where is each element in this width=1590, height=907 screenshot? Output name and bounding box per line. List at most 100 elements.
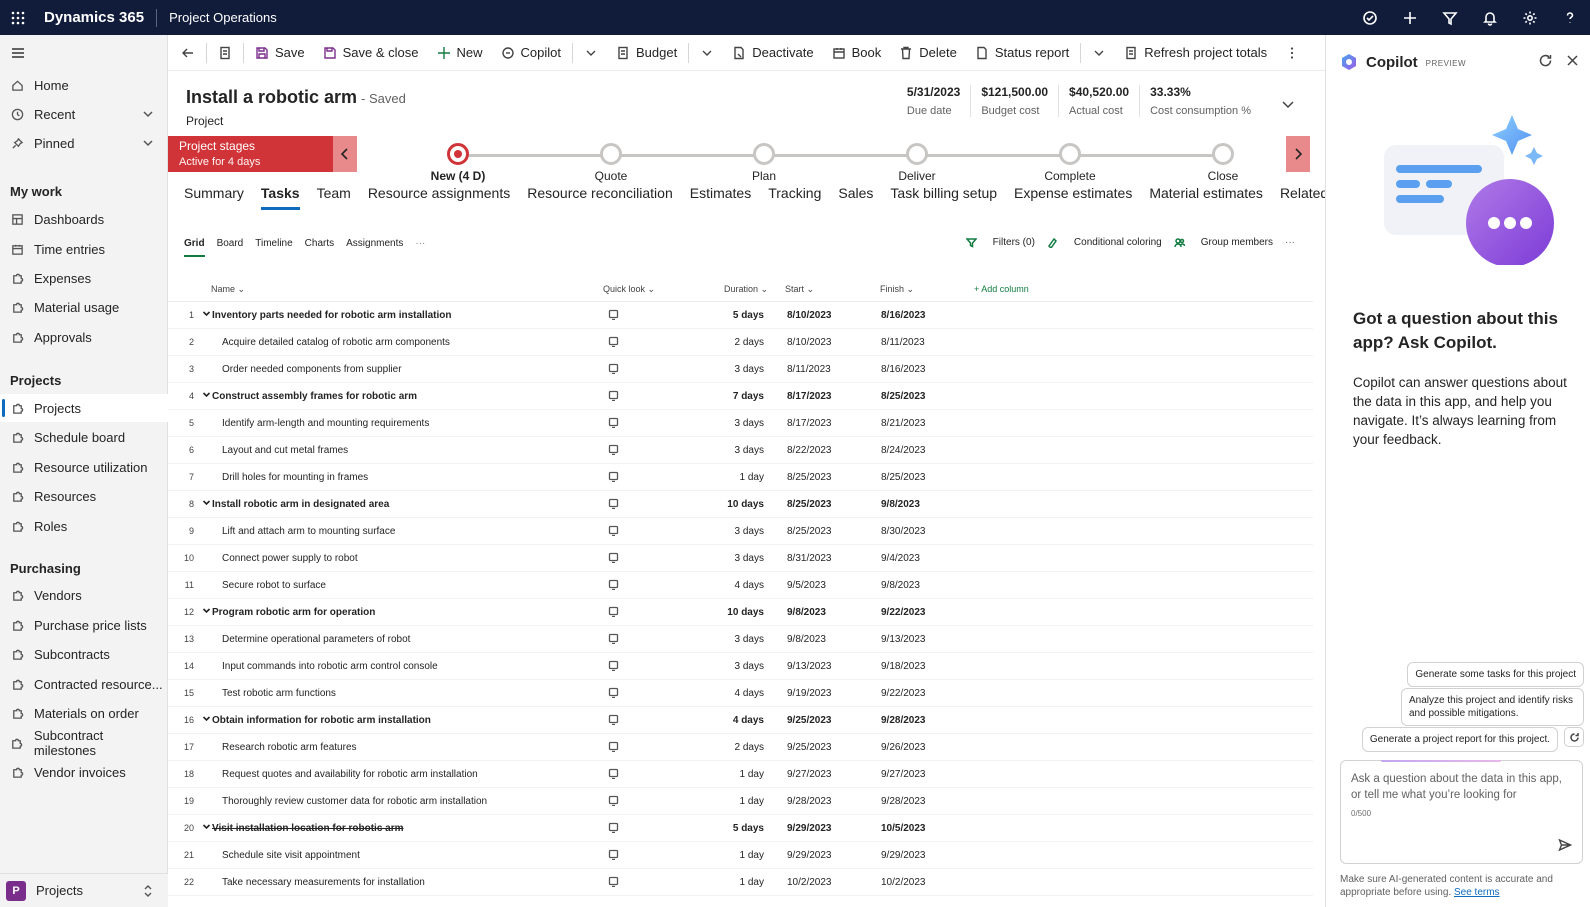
task-name[interactable]: Lift and attach arm to mounting surface <box>222 526 395 537</box>
bell-icon[interactable] <box>1470 0 1510 35</box>
task-start[interactable]: 9/28/2023 <box>787 796 832 807</box>
nav-projects[interactable]: Projects <box>0 394 168 422</box>
chevron-down-icon[interactable] <box>575 35 607 71</box>
tab-expense-estimates[interactable]: Expense estimates <box>1014 185 1132 210</box>
budget-button[interactable]: Budget <box>607 35 686 71</box>
task-finish[interactable]: 8/16/2023 <box>881 310 926 321</box>
summary-task-row[interactable]: 4 Construct assembly frames for robotic a… <box>168 383 1313 410</box>
task-row[interactable]: 17 Research robotic arm features 2 days 9/2… <box>168 734 1313 761</box>
tab-resource-assignments[interactable]: Resource assignments <box>368 185 510 210</box>
chevron-down-icon[interactable] <box>142 137 154 152</box>
tab-tasks[interactable]: Tasks <box>260 185 300 210</box>
task-finish[interactable]: 9/8/2023 <box>881 499 920 510</box>
column-header-duration[interactable]: Duration ⌄ <box>724 284 768 295</box>
tab-task-billing-setup[interactable]: Task billing setup <box>890 185 997 210</box>
task-name[interactable]: Identify arm-length and mounting require… <box>222 418 429 429</box>
back-button[interactable] <box>172 35 204 71</box>
collapse-chevron-icon[interactable] <box>202 390 211 402</box>
quick-look-icon[interactable] <box>608 525 619 539</box>
deactivate-button[interactable]: Deactivate <box>723 35 822 71</box>
quick-look-icon[interactable] <box>608 579 619 593</box>
task-name[interactable]: Construct assembly frames for robotic ar… <box>212 391 417 402</box>
chevron-down-icon[interactable] <box>142 108 154 123</box>
quick-look-icon[interactable] <box>608 444 619 458</box>
task-start[interactable]: 8/25/2023 <box>787 499 832 510</box>
quick-look-icon[interactable] <box>608 471 619 485</box>
task-row[interactable]: 19 Thoroughly review customer data for ro… <box>168 788 1313 815</box>
collapse-chevron-icon[interactable] <box>202 498 211 510</box>
chevron-down-icon[interactable] <box>1281 97 1295 114</box>
task-name[interactable]: Research robotic arm features <box>222 742 357 753</box>
gear-icon[interactable] <box>1510 0 1550 35</box>
quick-look-icon[interactable] <box>608 498 619 512</box>
nav-dashboards[interactable]: Dashboards <box>0 205 168 233</box>
task-finish[interactable]: 8/21/2023 <box>881 418 926 429</box>
summary-task-row[interactable]: 1 Inventory parts needed for robotic arm … <box>168 302 1313 329</box>
quick-look-icon[interactable] <box>608 633 619 647</box>
task-duration[interactable]: 3 days <box>688 445 764 456</box>
nav-approvals[interactable]: Approvals <box>0 323 168 351</box>
nav-home[interactable]: Home <box>0 71 168 99</box>
nav-subcontracts[interactable]: Subcontracts <box>0 640 168 668</box>
task-name[interactable]: Schedule site visit appointment <box>222 850 360 861</box>
bpf-stage[interactable]: Quote <box>561 143 661 183</box>
hamburger-menu-icon[interactable] <box>0 35 167 71</box>
task-duration[interactable]: 3 days <box>688 553 764 564</box>
subtab-grid[interactable]: Grid <box>184 238 205 257</box>
copilot-input[interactable]: Ask a question about the data in this ap… <box>1340 760 1583 864</box>
collapse-chevron-icon[interactable] <box>202 309 211 321</box>
column-header-finish[interactable]: Finish ⌄ <box>880 284 914 295</box>
quick-look-icon[interactable] <box>608 363 619 377</box>
more-options-icon[interactable] <box>1276 35 1308 71</box>
task-duration[interactable]: 1 day <box>688 850 764 861</box>
task-row[interactable]: 11 Secure robot to surface 4 days 9/5/2023 9… <box>168 572 1313 599</box>
task-name[interactable]: Test robotic arm functions <box>222 688 336 699</box>
subtab-timeline[interactable]: Timeline <box>255 238 292 257</box>
task-row[interactable]: 5 Identify arm-length and mounting requir… <box>168 410 1313 437</box>
subtab-assignments[interactable]: Assignments <box>346 238 403 257</box>
task-start[interactable]: 9/25/2023 <box>787 742 832 753</box>
tab-team[interactable]: Team <box>317 185 351 210</box>
task-finish[interactable]: 9/22/2023 <box>881 688 926 699</box>
nav-expenses[interactable]: Expenses <box>0 264 168 292</box>
summary-task-row[interactable]: 8 Install robotic arm in designated area 1… <box>168 491 1313 518</box>
task-duration[interactable]: 3 days <box>688 526 764 537</box>
area-switcher[interactable]: P Projects <box>0 873 168 907</box>
task-duration[interactable]: 3 days <box>688 634 764 645</box>
tab-related[interactable]: Related <box>1280 185 1328 210</box>
bpf-stage[interactable]: Complete <box>1020 143 1120 183</box>
more-options-icon[interactable]: ··· <box>1285 237 1295 248</box>
task-start[interactable]: 10/2/2023 <box>787 877 832 888</box>
group-members-button[interactable]: Group members <box>1174 237 1273 248</box>
task-finish[interactable]: 9/28/2023 <box>881 796 926 807</box>
bpf-stage[interactable]: Close <box>1173 143 1273 183</box>
task-finish[interactable]: 9/29/2023 <box>881 850 926 861</box>
nav-vendors[interactable]: Vendors <box>0 581 168 609</box>
task-start[interactable]: 8/17/2023 <box>787 391 832 402</box>
task-name[interactable]: Input commands into robotic arm control … <box>222 661 438 672</box>
task-finish[interactable]: 9/22/2023 <box>881 607 926 618</box>
task-start[interactable]: 8/10/2023 <box>787 337 832 348</box>
task-name[interactable]: Install robotic arm in designated area <box>212 499 389 510</box>
task-check-icon[interactable] <box>1350 0 1390 35</box>
task-duration[interactable]: 1 day <box>688 769 764 780</box>
quick-look-icon[interactable] <box>608 768 619 782</box>
bpf-stage[interactable]: Plan <box>714 143 814 183</box>
collapse-chevron-icon[interactable] <box>202 714 211 726</box>
task-start[interactable]: 8/25/2023 <box>787 472 832 483</box>
quick-look-icon[interactable] <box>608 390 619 404</box>
tab-summary[interactable]: Summary <box>184 185 244 210</box>
form-view-button[interactable] <box>209 35 241 71</box>
task-duration[interactable]: 5 days <box>688 823 764 834</box>
task-finish[interactable]: 8/25/2023 <box>881 391 926 402</box>
quick-look-icon[interactable] <box>608 309 619 323</box>
task-name[interactable]: Request quotes and availability for robo… <box>222 769 478 780</box>
quick-look-icon[interactable] <box>608 660 619 674</box>
nav-vendor-invoices[interactable]: Vendor invoices <box>0 758 168 786</box>
task-start[interactable]: 9/19/2023 <box>787 688 832 699</box>
task-row[interactable]: 14 Input commands into robotic arm contro… <box>168 653 1313 680</box>
collapse-chevron-icon[interactable] <box>202 822 211 834</box>
task-finish[interactable]: 9/28/2023 <box>881 715 926 726</box>
copilot-button[interactable]: Copilot <box>492 35 570 71</box>
nav-resource-utilization[interactable]: Resource utilization <box>0 453 168 481</box>
